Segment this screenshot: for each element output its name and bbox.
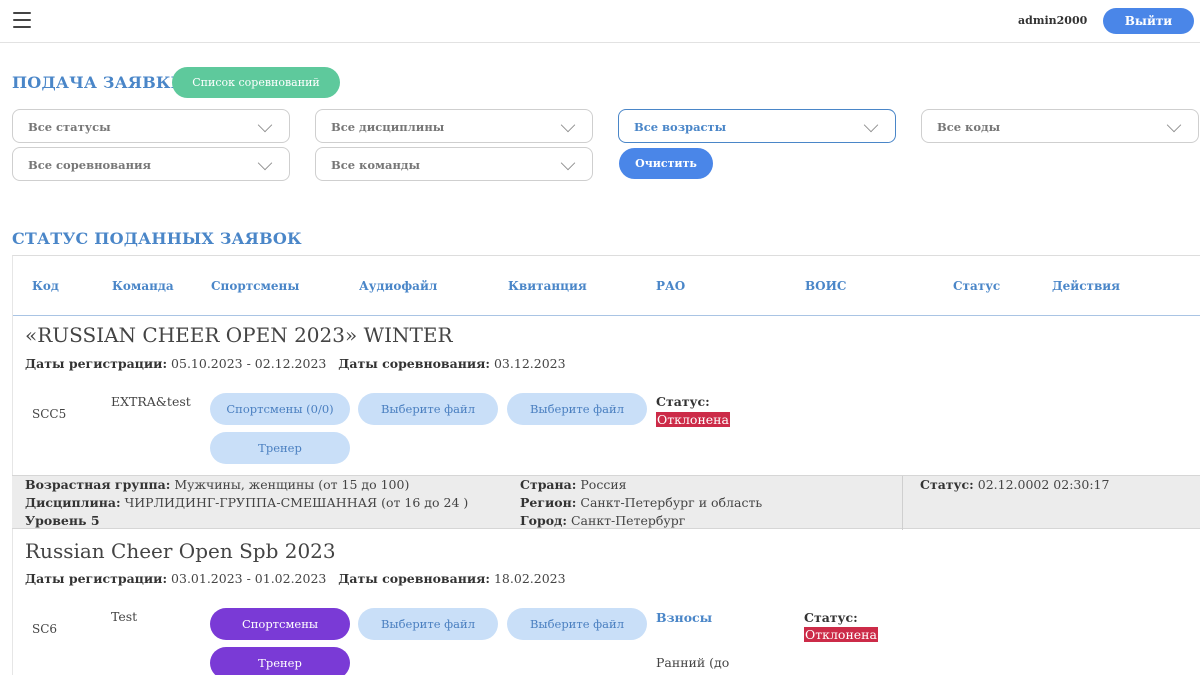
col-receipt[interactable]: Квитанция	[508, 279, 587, 293]
reg-dates-label: Даты регистрации:	[25, 571, 168, 586]
col-vois[interactable]: ВОИС	[805, 279, 846, 293]
discipline-value: ЧИРЛИДИНГ-ГРУППА-СМЕШАННАЯ (от 16 до 24 …	[124, 495, 469, 510]
col-code[interactable]: Код	[32, 279, 59, 293]
entry-code: SCC5	[32, 407, 67, 421]
reg-dates: 03.01.2023 - 01.02.2023	[171, 571, 327, 586]
athletes-button[interactable]: Спортсмены	[210, 608, 350, 640]
discipline: Дисциплина: ЧИРЛИДИНГ-ГРУППА-СМЕШАННАЯ (…	[25, 495, 468, 510]
country: Страна: Россия	[520, 477, 627, 492]
athletes-button[interactable]: Спортсмены (0/0)	[210, 393, 350, 425]
city: Город: Санкт-Петербург	[520, 513, 685, 528]
col-rao[interactable]: РАО	[656, 279, 685, 293]
age-filter-value: Все возрасты	[634, 120, 727, 134]
team-filter[interactable]: Все команды	[315, 147, 593, 181]
audio-file-button[interactable]: Выберите файл	[358, 608, 498, 640]
competitions-list-button[interactable]: Список соревнований	[172, 67, 340, 98]
discipline-filter[interactable]: Все дисциплины	[315, 109, 593, 143]
submit-title: ПОДАЧА ЗАЯВКИ	[12, 73, 186, 92]
comp-date-label: Даты соревнования:	[338, 356, 490, 371]
clear-filters-button[interactable]: Очистить	[619, 148, 713, 179]
region-value: Санкт-Петербург и область	[580, 495, 763, 510]
comp-date: 18.02.2023	[493, 571, 566, 586]
level: Уровень 5	[25, 513, 100, 528]
entry-code: SC6	[32, 622, 58, 636]
entry-team: Test	[111, 609, 138, 624]
coach-button[interactable]: Тренер	[210, 432, 350, 464]
country-label: Страна:	[520, 477, 577, 492]
col-status[interactable]: Статус	[953, 279, 1000, 293]
status-time-label: Статус:	[920, 477, 974, 492]
col-audio[interactable]: Аудиофайл	[359, 279, 437, 293]
status-badge: Отклонена	[656, 412, 730, 427]
comp-date: 03.12.2023	[493, 356, 566, 371]
competition-filter[interactable]: Все соревнования	[12, 147, 290, 181]
city-label: Город:	[520, 513, 567, 528]
level-value: Уровень 5	[25, 513, 100, 528]
country-value: Россия	[580, 477, 627, 492]
age-filter[interactable]: Все возрасты	[618, 109, 896, 143]
status-title: СТАТУС ПОДАННЫХ ЗАЯВОК	[12, 229, 302, 248]
entry-team: EXTRA&test	[111, 394, 191, 409]
chevron-down-icon	[1166, 117, 1182, 133]
status-filter-value: Все статусы	[28, 120, 111, 134]
fees-early: Ранний (до	[656, 655, 730, 670]
reg-dates-label: Даты регистрации:	[25, 356, 168, 371]
col-athletes[interactable]: Спортсмены	[211, 279, 299, 293]
coach-button[interactable]: Тренер	[210, 647, 350, 675]
competition-filter-value: Все соревнования	[28, 158, 152, 172]
chevron-down-icon	[560, 155, 576, 171]
receipt-file-button[interactable]: Выберите файл	[507, 608, 647, 640]
top-bar: admin2000 Выйти	[0, 0, 1200, 43]
competition-title: Russian Cheer Open Spb 2023	[25, 539, 336, 563]
comp-date-label: Даты соревнования:	[338, 571, 490, 586]
reg-dates: 05.10.2023 - 02.12.2023	[171, 356, 327, 371]
details-divider	[902, 476, 903, 530]
col-team[interactable]: Команда	[112, 279, 174, 293]
competition-title: «RUSSIAN CHEER OPEN 2023» WINTER	[25, 323, 453, 347]
code-filter[interactable]: Все коды	[921, 109, 1199, 143]
region: Регион: Санкт-Петербург и область	[520, 495, 762, 510]
chevron-down-icon	[257, 155, 273, 171]
chevron-down-icon	[863, 117, 879, 133]
status-time-value: 02.12.0002 02:30:17	[977, 477, 1110, 492]
fees-link[interactable]: Взносы	[656, 610, 712, 625]
entry-status-label: Статус:	[804, 610, 858, 625]
entry-status-label: Статус:	[656, 394, 710, 409]
competition-dates: Даты регистрации: 03.01.2023 - 01.02.202…	[25, 571, 566, 586]
receipt-file-button[interactable]: Выберите файл	[507, 393, 647, 425]
username: admin2000	[1018, 14, 1088, 27]
status-filter[interactable]: Все статусы	[12, 109, 290, 143]
chevron-down-icon	[257, 117, 273, 133]
city-value: Санкт-Петербург	[570, 513, 686, 528]
entry-details: Возрастная группа: Мужчины, женщины (от …	[12, 475, 1200, 530]
audio-file-button[interactable]: Выберите файл	[358, 393, 498, 425]
logout-button[interactable]: Выйти	[1103, 8, 1194, 34]
status-badge: Отклонена	[804, 627, 878, 642]
col-actions[interactable]: Действия	[1052, 279, 1120, 293]
age-group-value: Мужчины, женщины (от 15 до 100)	[174, 477, 410, 492]
table-header: Код Команда Спортсмены Аудиофайл Квитанц…	[13, 256, 1200, 316]
code-filter-value: Все коды	[937, 120, 1001, 134]
region-label: Регион:	[520, 495, 577, 510]
status-time: Статус: 02.12.0002 02:30:17	[920, 477, 1109, 492]
discipline-filter-value: Все дисциплины	[331, 120, 445, 134]
chevron-down-icon	[560, 117, 576, 133]
discipline-label: Дисциплина:	[25, 495, 121, 510]
team-filter-value: Все команды	[331, 158, 421, 172]
competition-dates: Даты регистрации: 05.10.2023 - 02.12.202…	[25, 356, 566, 371]
age-group: Возрастная группа: Мужчины, женщины (от …	[25, 477, 409, 492]
age-group-label: Возрастная группа:	[25, 477, 171, 492]
menu-icon[interactable]	[13, 12, 31, 28]
